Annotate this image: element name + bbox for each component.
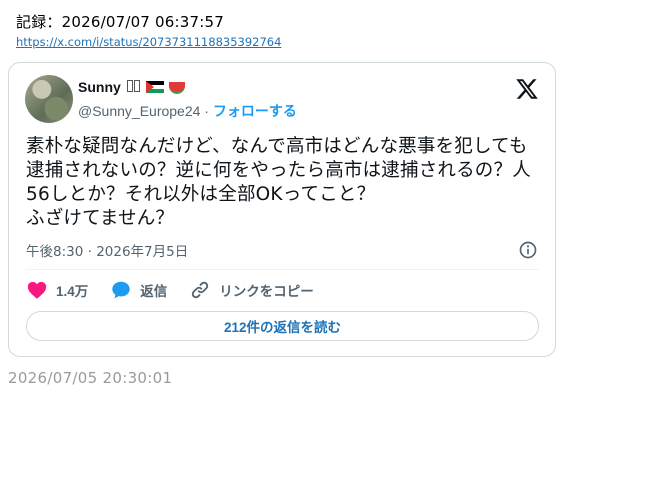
author-name-row[interactable]: Sunny: [78, 79, 185, 95]
author-handle[interactable]: @Sunny_Europe24: [78, 103, 200, 119]
separator: ·: [200, 103, 213, 119]
follow-button[interactable]: フォローする: [213, 103, 297, 119]
like-count: 1.4万: [56, 284, 89, 299]
avatar[interactable]: [25, 75, 73, 123]
posted-timestamp: 2026/07/05 20:30:01: [8, 369, 173, 387]
read-replies-button[interactable]: 212件の返信を読む: [26, 311, 539, 341]
reply-button[interactable]: 返信: [110, 279, 167, 301]
tweet-actions: 1.4万 返信 リンクをコピー: [26, 279, 336, 301]
speech-bubble-icon: [112, 281, 130, 299]
divider: [26, 269, 539, 270]
tweet-timestamp[interactable]: 午後8:30 · 2026年7月5日: [26, 240, 188, 260]
reply-label: 返信: [140, 284, 168, 299]
watermelon-icon: [168, 82, 185, 94]
link-icon: [192, 281, 209, 299]
copy-link-label: リンクをコピー: [219, 284, 314, 299]
author-name: Sunny: [78, 79, 121, 95]
like-button[interactable]: 1.4万: [26, 279, 88, 301]
tweet-text: 素朴な疑問なんだけど、なんで高市はどんな悪事を犯しても逮捕されないの？逆に何をや…: [26, 136, 531, 229]
palestine-flag-icon: [145, 81, 164, 93]
record-timestamp: 記録：2026/07/07 06:37:57: [16, 13, 224, 31]
source-link[interactable]: https://x.com/i/status/20737311188353927…: [16, 35, 281, 49]
copy-link-button[interactable]: リンクをコピー: [189, 279, 314, 301]
heart-icon: [27, 281, 47, 299]
tweet-card: Sunny @Sunny_Europe24 · フォローする 素朴な疑問なんだけ…: [8, 62, 556, 357]
x-logo-icon[interactable]: [515, 77, 539, 101]
author-handle-row: @Sunny_Europe24 · フォローする: [78, 101, 297, 121]
missing-glyph-icon: [126, 79, 141, 95]
info-icon[interactable]: [518, 240, 538, 260]
